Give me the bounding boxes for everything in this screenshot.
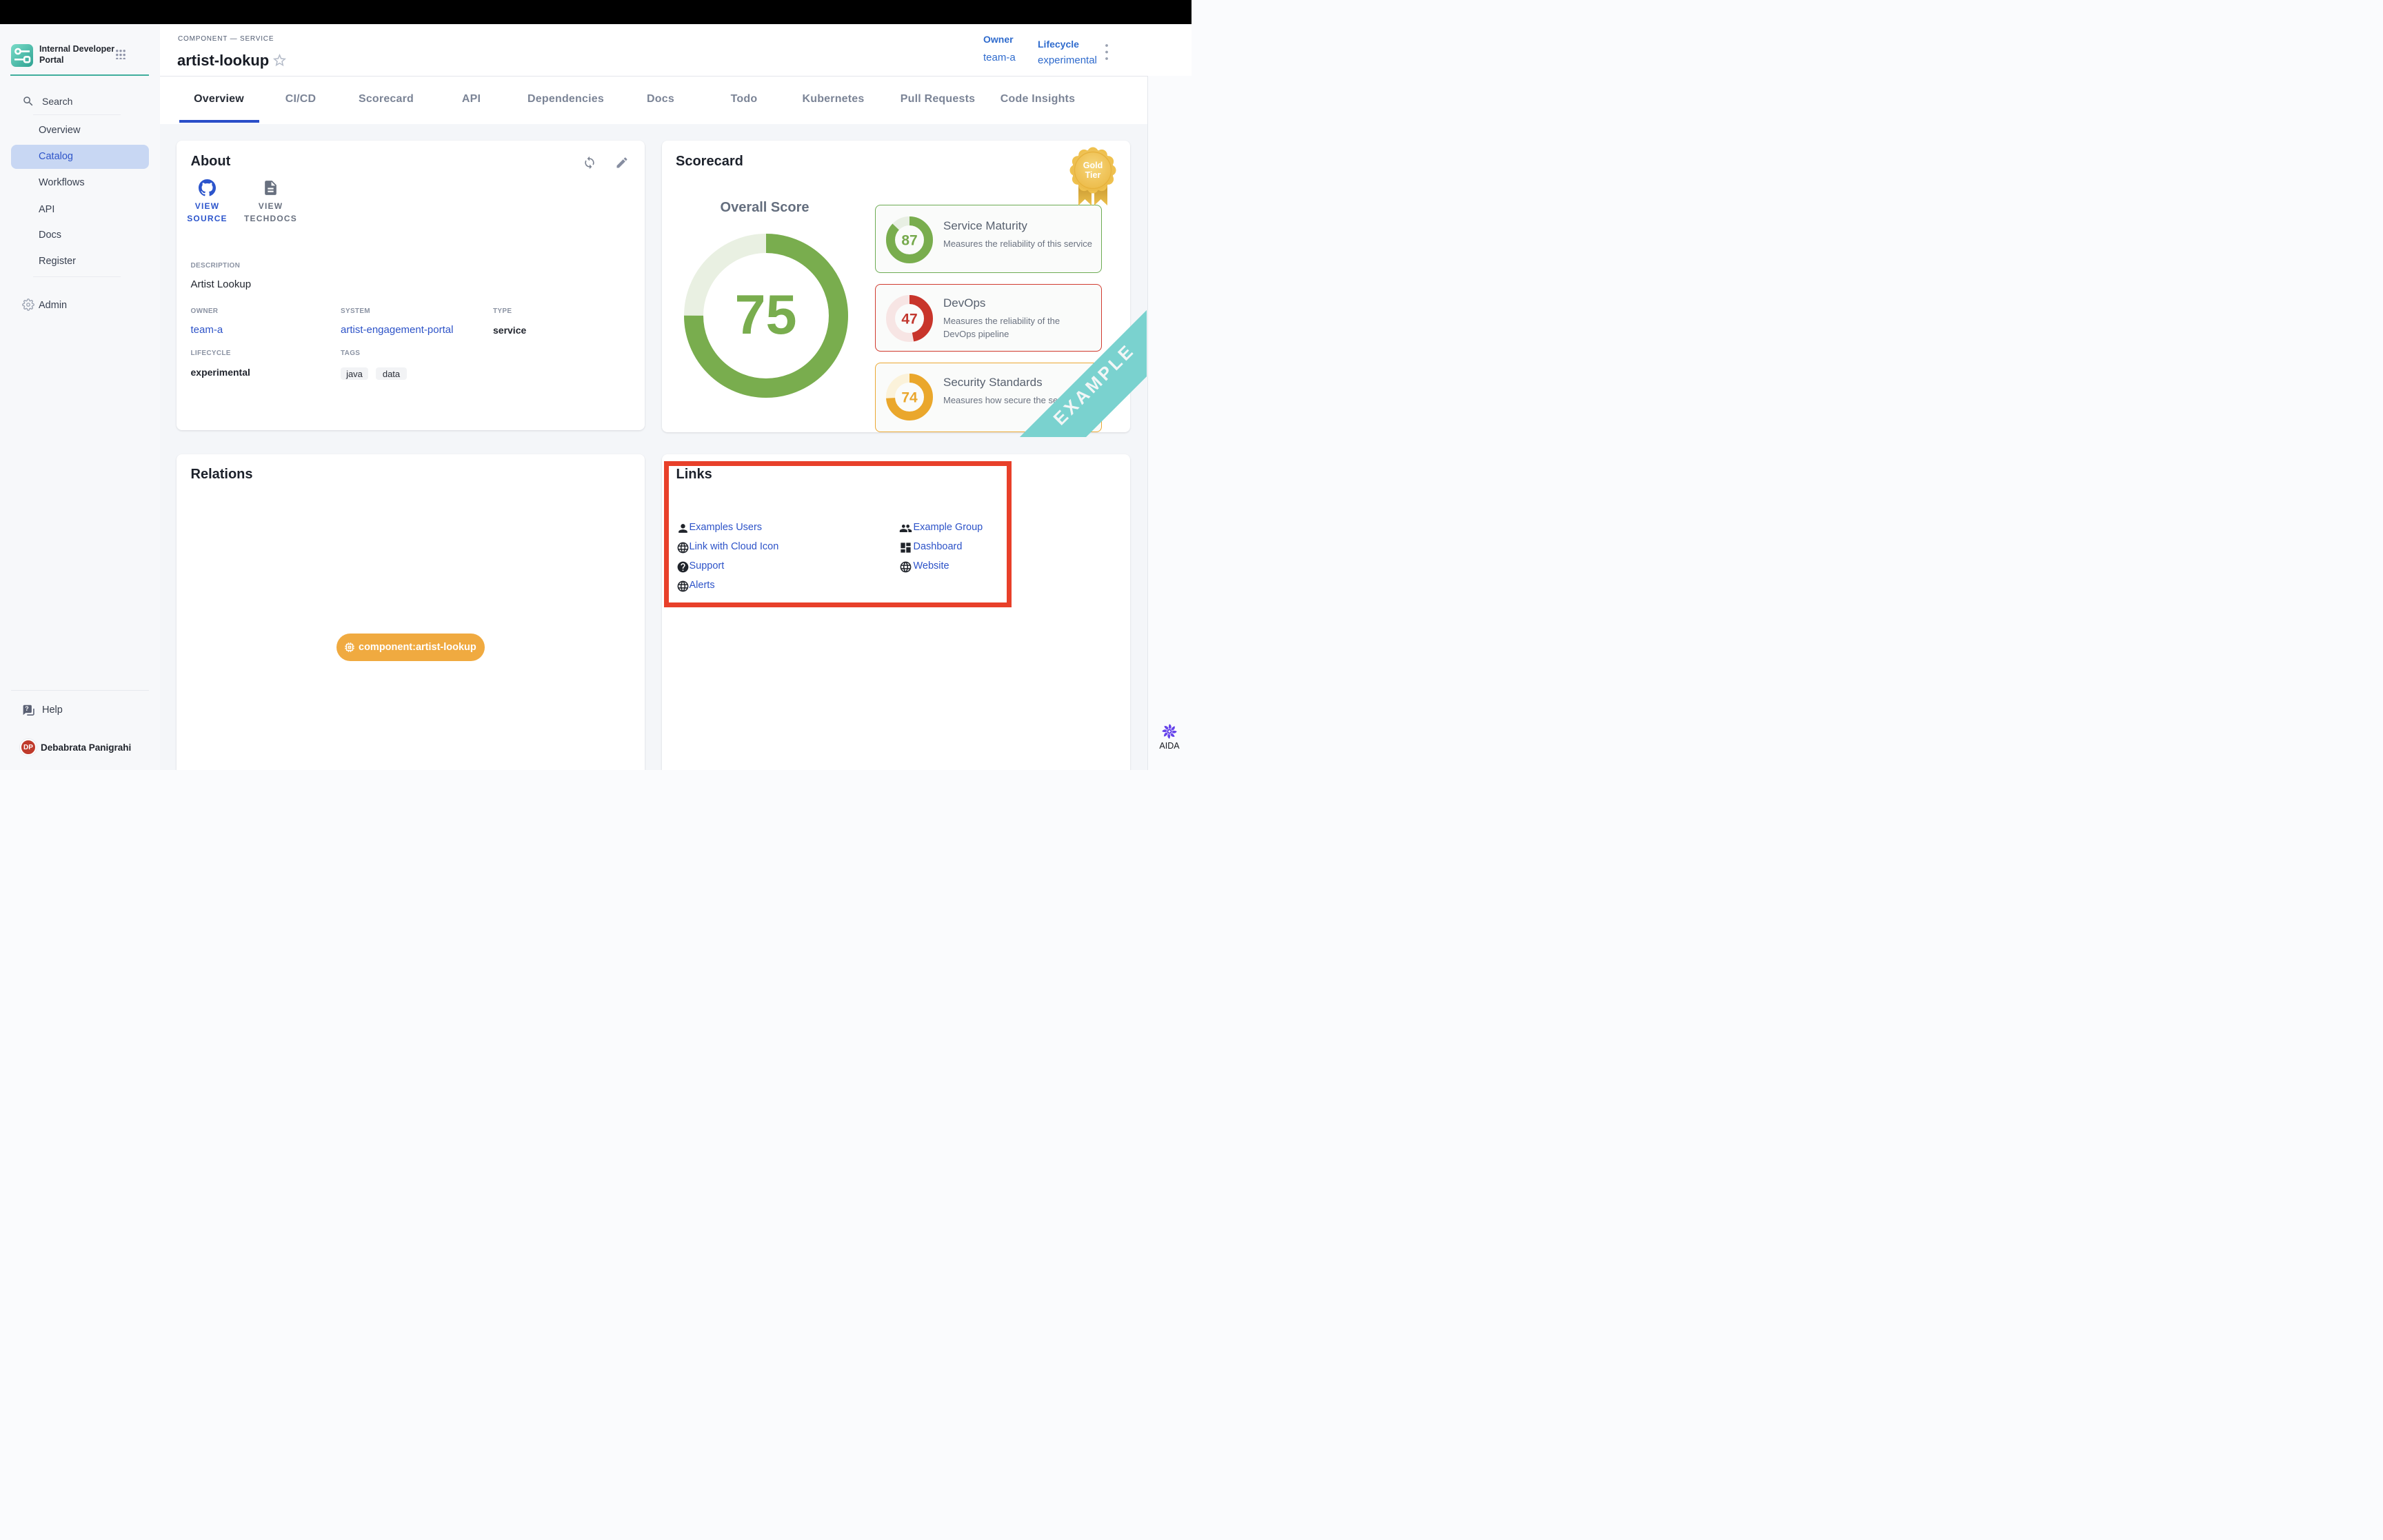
svg-text:?: ? bbox=[25, 705, 29, 712]
